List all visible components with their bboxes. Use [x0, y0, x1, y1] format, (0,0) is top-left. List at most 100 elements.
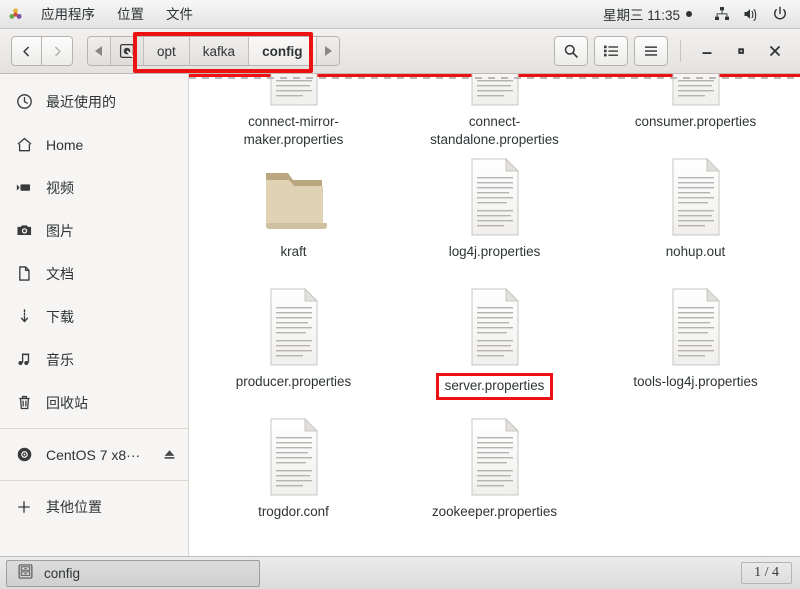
file-label: tools-log4j.properties	[633, 374, 758, 389]
sidebar-divider	[0, 428, 188, 429]
file-document-icon	[661, 74, 731, 109]
file-label-annotated: server.properties	[435, 373, 554, 400]
file-item[interactable]: connect-mirror-maker.properties	[193, 74, 394, 149]
window-body: 最近使用的 Home 视频 图片 文档 下载 音乐 回收站 CentOS 7 x…	[0, 74, 800, 556]
icon-grid: connect-mirror-maker.properties connect-…	[189, 74, 800, 556]
file-document-icon	[259, 74, 329, 109]
file-label: log4j.properties	[448, 244, 541, 259]
sidebar-item-label: CentOS 7 x8···	[46, 446, 141, 463]
window-controls	[690, 34, 792, 68]
main-menu-button[interactable]	[634, 36, 668, 66]
minimize-button[interactable]	[690, 34, 724, 68]
applications-menu[interactable]: 应用程序	[30, 0, 106, 29]
breadcrumb-root-button[interactable]	[111, 37, 144, 65]
sidebar-item-home[interactable]: Home	[0, 123, 188, 166]
breadcrumb-item-config[interactable]: config	[249, 37, 317, 65]
triangle-right-icon	[324, 46, 332, 56]
file-label: kraft	[280, 244, 307, 259]
file-item[interactable]: connect-standalone.properties	[394, 74, 595, 149]
music-icon	[14, 351, 34, 368]
file-document-icon	[259, 415, 329, 499]
path-scroll-left-button[interactable]	[88, 37, 111, 65]
file-item[interactable]: tools-log4j.properties	[595, 279, 796, 409]
places-menu[interactable]: 位置	[106, 0, 155, 29]
clock-icon	[14, 93, 34, 110]
sidebar-item-pictures[interactable]: 图片	[0, 209, 188, 252]
file-label: nohup.out	[665, 244, 726, 259]
taskbar-window-title: config	[44, 565, 81, 581]
network-icon[interactable]	[714, 6, 730, 22]
document-icon	[14, 265, 34, 282]
file-label: consumer.properties	[634, 114, 757, 129]
file-item[interactable]: kraft	[193, 149, 394, 279]
file-document-icon	[460, 74, 530, 109]
taskbar-window-button[interactable]: config	[6, 559, 260, 587]
back-button[interactable]	[11, 36, 42, 66]
file-view[interactable]: connect-mirror-maker.properties connect-…	[189, 74, 800, 556]
gnome-top-panel: 应用程序 位置 文件 星期三 11:35	[0, 0, 800, 29]
status-icons[interactable]	[714, 6, 788, 22]
eject-icon[interactable]	[160, 447, 178, 462]
file-label: trogdor.conf	[258, 504, 329, 519]
sidebar-item-downloads[interactable]: 下载	[0, 295, 188, 338]
maximize-button[interactable]	[724, 34, 758, 68]
breadcrumb-item-opt[interactable]: opt	[144, 37, 190, 65]
sidebar-item-label: Home	[46, 136, 84, 153]
view-list-button[interactable]	[594, 36, 628, 66]
file-manager-window: opt kafka config 最近使用的 Home 视频 图片 文档 下载 …	[0, 29, 800, 556]
disc-icon	[14, 446, 34, 463]
file-manager-icon	[17, 563, 34, 583]
sidebar-item-label: 视频	[46, 179, 74, 196]
camera-icon	[14, 222, 34, 239]
file-document-icon	[259, 285, 329, 369]
file-label: zookeeper.properties	[431, 504, 558, 519]
clock-text: 星期三 11:35	[602, 8, 680, 23]
volume-icon[interactable]	[743, 6, 759, 22]
file-item-selected[interactable]: server.properties	[394, 279, 595, 409]
file-label: connect-standalone.properties	[430, 114, 559, 147]
scroll-cut-indicator	[189, 77, 800, 79]
hamburger-icon	[645, 46, 657, 56]
video-icon	[14, 179, 34, 196]
file-item[interactable]: consumer.properties	[595, 74, 796, 149]
sidebar-item-trash[interactable]: 回收站	[0, 381, 188, 424]
forward-button[interactable]	[42, 36, 73, 66]
power-icon[interactable]	[772, 6, 788, 22]
file-item[interactable]: producer.properties	[193, 279, 394, 409]
file-item[interactable]: nohup.out	[595, 149, 796, 279]
files-menu[interactable]: 文件	[155, 0, 204, 29]
places-sidebar: 最近使用的 Home 视频 图片 文档 下载 音乐 回收站 CentOS 7 x…	[0, 74, 189, 556]
close-button[interactable]	[758, 34, 792, 68]
folder-icon	[259, 155, 329, 239]
maximize-icon	[738, 48, 744, 54]
chevron-right-icon	[54, 46, 61, 56]
window-headerbar: opt kafka config	[0, 29, 800, 74]
file-grid-empty-cell	[595, 409, 796, 539]
path-scroll-right-button[interactable]	[316, 37, 339, 65]
sidebar-item-centos-disc[interactable]: CentOS 7 x8···	[0, 433, 188, 476]
file-document-icon	[460, 285, 530, 369]
search-button[interactable]	[554, 36, 588, 66]
file-item[interactable]: zookeeper.properties	[394, 409, 595, 539]
breadcrumb: opt kafka config	[87, 36, 340, 66]
sidebar-item-other-locations[interactable]: 其他位置	[0, 485, 188, 528]
sidebar-item-music[interactable]: 音乐	[0, 338, 188, 381]
workspace-indicator[interactable]: 1 / 4	[741, 562, 792, 584]
sidebar-item-recent[interactable]: 最近使用的	[0, 80, 188, 123]
headerbar-actions	[554, 36, 668, 66]
sidebar-item-label: 其他位置	[46, 498, 102, 515]
sidebar-item-videos[interactable]: 视频	[0, 166, 188, 209]
file-label: producer.properties	[235, 374, 352, 389]
file-document-icon	[460, 415, 530, 499]
file-item[interactable]: trogdor.conf	[193, 409, 394, 539]
sidebar-item-label: 文档	[46, 265, 74, 282]
plus-icon	[14, 499, 34, 515]
sidebar-item-documents[interactable]: 文档	[0, 252, 188, 295]
file-item[interactable]: log4j.properties	[394, 149, 595, 279]
clock[interactable]: 星期三 11:35	[603, 4, 692, 24]
breadcrumb-item-kafka[interactable]: kafka	[189, 37, 250, 65]
headerbar-divider	[680, 40, 681, 62]
file-document-icon	[661, 285, 731, 369]
sidebar-item-label: 最近使用的	[46, 93, 116, 110]
list-view-icon	[604, 45, 618, 57]
